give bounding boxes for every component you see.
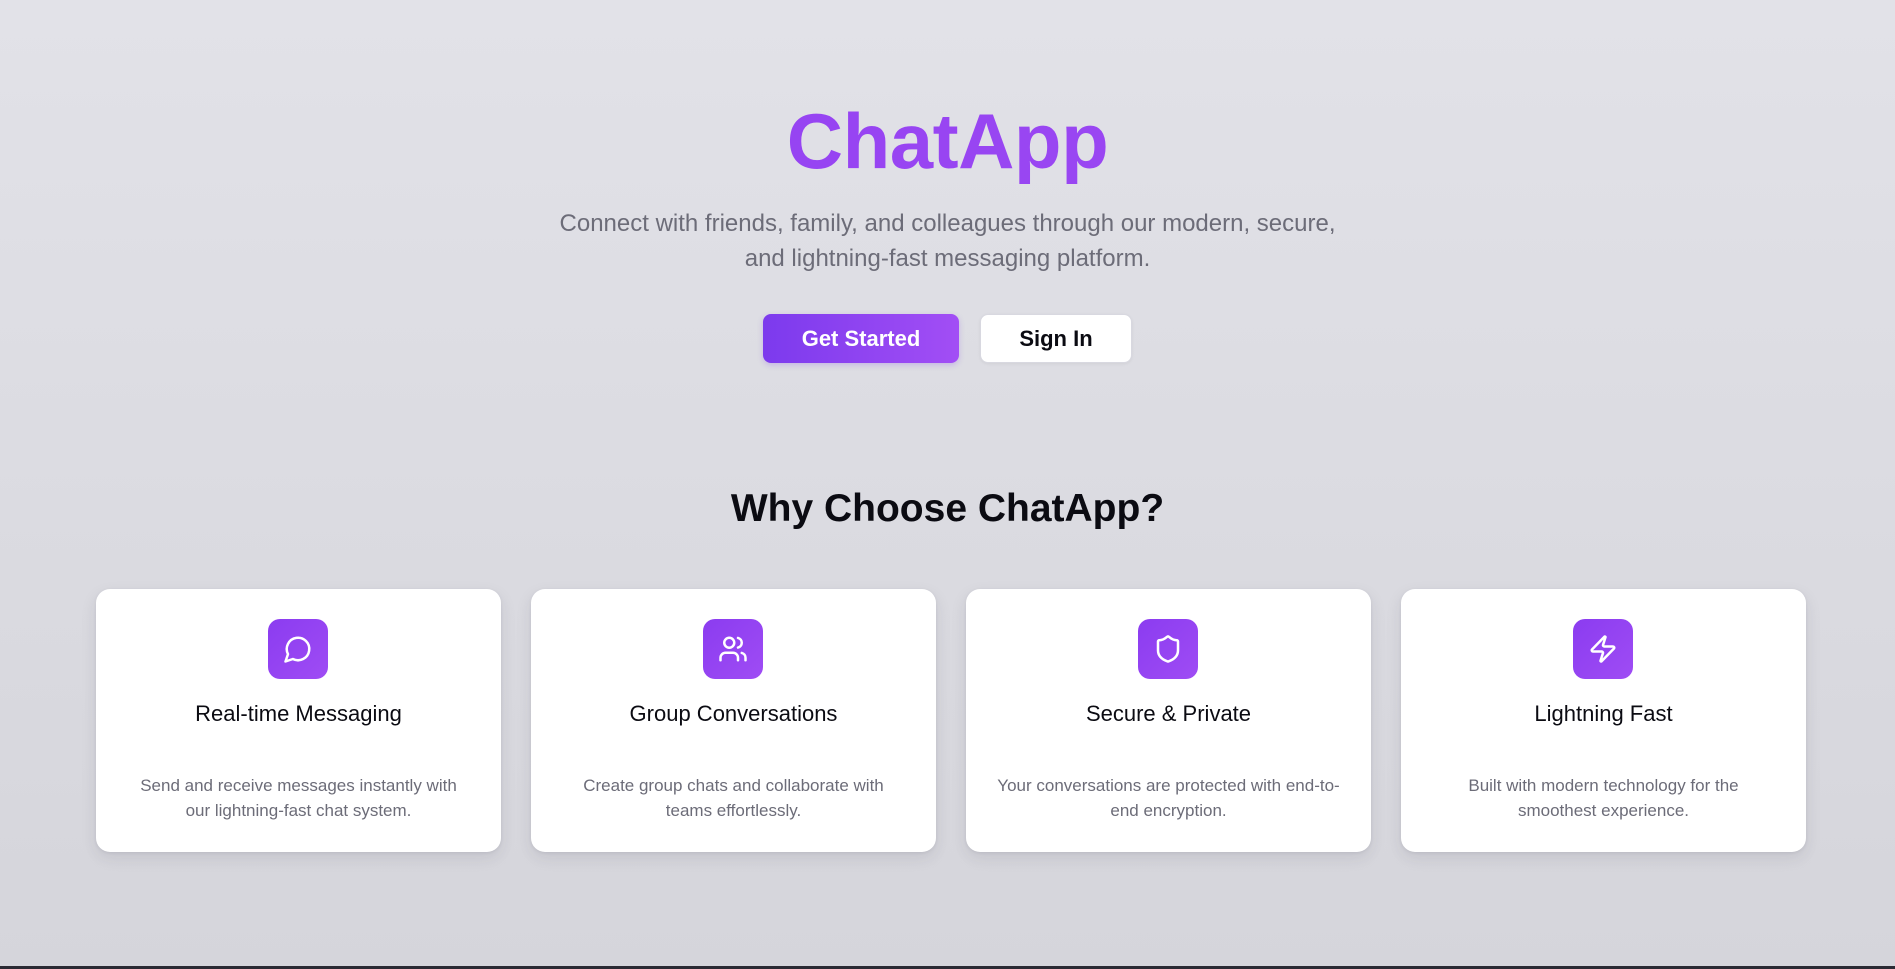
feature-card-realtime-messaging: Real-time Messaging Send and receive mes…: [96, 589, 501, 852]
users-icon: [703, 619, 763, 679]
hero-actions: Get Started Sign In: [0, 314, 1895, 363]
get-started-button[interactable]: Get Started: [763, 314, 959, 363]
sign-in-button[interactable]: Sign In: [980, 314, 1132, 363]
feature-cards: Real-time Messaging Send and receive mes…: [96, 589, 1806, 852]
feature-title: Group Conversations: [629, 701, 838, 726]
feature-description: Your conversations are protected with en…: [997, 776, 1340, 820]
feature-card-lightning-fast: Lightning Fast Built with modern technol…: [1401, 589, 1806, 852]
lightning-icon: [1573, 619, 1633, 679]
feature-card-secure-private: Secure & Private Your conversations are …: [966, 589, 1371, 852]
feature-description: Built with modern technology for the smo…: [1468, 776, 1739, 820]
feature-title: Secure & Private: [1085, 701, 1252, 726]
hero-tagline: Connect with friends, family, and collea…: [559, 210, 1336, 272]
message-circle-icon: [268, 619, 328, 679]
feature-title: Lightning Fast: [1534, 701, 1673, 726]
app-title: ChatApp: [0, 96, 1895, 186]
feature-card-group-conversations: Group Conversations Create group chats a…: [531, 589, 936, 852]
feature-description: Send and receive messages instantly with…: [140, 776, 457, 820]
features-heading: Why Choose ChatApp?: [730, 487, 1165, 530]
shield-icon: [1138, 619, 1198, 679]
feature-description: Create group chats and collaborate with …: [583, 776, 884, 820]
feature-title: Real-time Messaging: [195, 701, 402, 726]
